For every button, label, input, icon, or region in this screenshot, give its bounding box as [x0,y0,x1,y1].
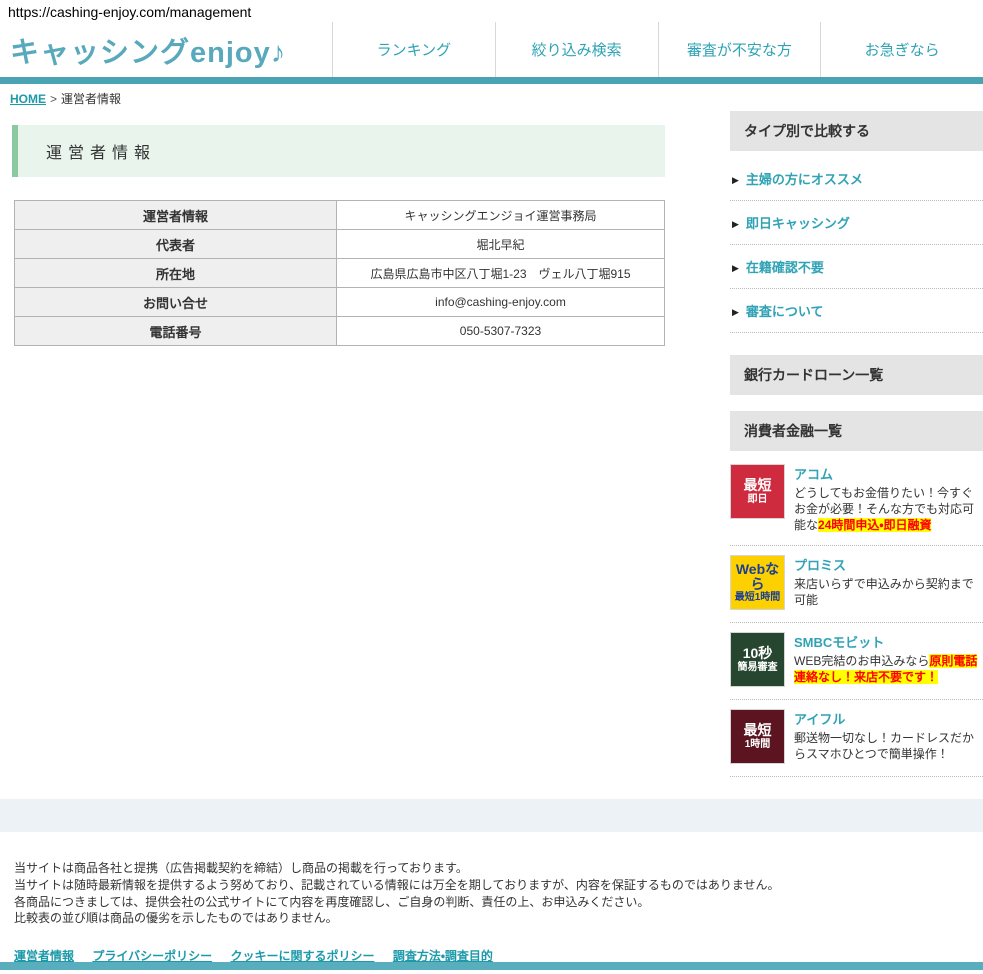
table-row: お問い合せ info@cashing-enjoy.com [15,288,665,317]
table-row: 運営者情報 キャッシングエンジョイ運営事務局 [15,201,665,230]
ad-thumb-text: 簡易審査 [738,662,778,673]
breadcrumb-current: 運営者情報 [61,92,121,106]
ad-aiful: 最短 1時間 アイフル 郵送物一切なし！カードレスだからスマホひとつで簡単操作！ [730,700,983,777]
disclaimer-line: 当サイトは商品各社と提携（広告掲載契約を締結）し商品の掲載を行っております。 [14,860,969,877]
ad-smbc-mobit: 10秒 簡易審査 SMBCモビット WEB完結のお申込みなら原則電話連絡なし！来… [730,623,983,700]
row-value: キャッシングエンジョイ運営事務局 [337,201,665,230]
operator-info-table: 運営者情報 キャッシングエンジョイ運営事務局 代表者 堀北早紀 所在地 広島県広… [14,200,665,346]
disclaimer-text: 当サイトは商品各社と提携（広告掲載契約を締結）し商品の掲載を行っております。 当… [14,860,969,927]
table-row: 代表者 堀北早紀 [15,230,665,259]
row-label: 運営者情報 [15,201,337,230]
row-label: 代表者 [15,230,337,259]
page-title: 運営者情報 [12,125,665,177]
footer-band [0,799,983,832]
row-value: info@cashing-enjoy.com [337,288,665,317]
ad-desc-text: 郵送物一切なし！カードレスだからスマホひとつで簡単操作！ [794,731,974,761]
breadcrumb: HOME > 運営者情報 [0,84,983,111]
sidebar-header-bank-card-loans[interactable]: 銀行カードローン一覧 [730,355,983,395]
row-value: 堀北早紀 [337,230,665,259]
ad-description: 来店いらずで申込みから契約まで可能 [794,576,983,608]
ad-title-link[interactable]: SMBCモビット [794,632,983,651]
sidebar-item-about-screening[interactable]: ▶ 審査について [730,289,983,333]
ad-thumb-text: 最短 [744,723,772,738]
row-label: お問い合せ [15,288,337,317]
page-footer: 当サイトは商品各社と提携（広告掲載契約を締結）し商品の掲載を行っております。 当… [0,799,983,974]
main-nav: ランキング 絞り込み検索 審査が不安な方 お急ぎなら [332,22,983,77]
ad-thumb-text: 1時間 [745,739,771,750]
ad-body: アイフル 郵送物一切なし！カードレスだからスマホひとつで簡単操作！ [794,709,983,764]
nav-item-in-a-hurry[interactable]: お急ぎなら [820,22,983,77]
ad-thumb-text: Webなら [731,562,784,593]
ad-desc-text: 来店いらずで申込みから契約まで可能 [794,577,974,607]
type-link-label[interactable]: 主婦の方にオススメ [746,172,863,187]
row-label: 電話番号 [15,317,337,346]
site-logo[interactable]: キャッシングenjoy♪ [0,22,332,77]
type-link-label[interactable]: 在籍確認不要 [746,260,824,275]
nav-item-screening-worries[interactable]: 審査が不安な方 [658,22,821,77]
triangle-right-icon: ▶ [732,263,739,273]
ad-description: どうしてもお金借りたい！今すぐお金が必要！そんな方でも対応可能な24時間申込・即… [794,485,983,533]
breadcrumb-home-link[interactable]: HOME [10,92,46,106]
nav-item-filter-search[interactable]: 絞り込み検索 [495,22,658,77]
bottom-accent-bar [0,962,983,970]
type-link-label[interactable]: 審査について [746,304,824,319]
main-column: 運営者情報 運営者情報 キャッシングエンジョイ運営事務局 代表者 堀北早紀 所在… [0,111,665,346]
site-header: キャッシングenjoy♪ ランキング 絞り込み検索 審査が不安な方 お急ぎなら [0,22,983,84]
ad-banner-image[interactable]: Webなら 最短1時間 [730,555,785,610]
ad-title-link[interactable]: アイフル [794,709,983,728]
type-links-list: ▶ 主婦の方にオススメ ▶ 即日キャッシング ▶ 在籍確認不要 ▶ 審査について [730,157,983,333]
sidebar-item-housewives[interactable]: ▶ 主婦の方にオススメ [730,157,983,201]
ad-description: 郵送物一切なし！カードレスだからスマホひとつで簡単操作！ [794,730,983,762]
triangle-right-icon: ▶ [732,307,739,317]
type-link-label[interactable]: 即日キャッシング [746,216,850,231]
row-value: 050-5307-7323 [337,317,665,346]
row-label: 所在地 [15,259,337,288]
disclaimer-line: 比較表の並び順は商品の優劣を示したものではありません。 [14,910,969,927]
ad-promise: Webなら 最短1時間 プロミス 来店いらずで申込みから契約まで可能 [730,546,983,623]
ad-thumb-text: 最短1時間 [735,592,781,603]
triangle-right-icon: ▶ [732,175,739,185]
ad-description: WEB完結のお申込みなら原則電話連絡なし！来店不要です！ [794,653,983,685]
table-row: 電話番号 050-5307-7323 [15,317,665,346]
ad-desc-highlight: 24時間申込・即日融資 [818,518,931,532]
ad-body: SMBCモビット WEB完結のお申込みなら原則電話連絡なし！来店不要です！ [794,632,983,687]
sidebar: タイプ別で比較する ▶ 主婦の方にオススメ ▶ 即日キャッシング ▶ 在籍確認不要 ▶… [730,111,983,777]
row-value: 広島県広島市中区八丁堀1-23 ヴェル八丁堀915 [337,259,665,288]
ad-acom: 最短 即日 アコム どうしてもお金借りたい！今すぐお金が必要！そんな方でも対応可… [730,455,983,546]
sidebar-header-consumer-finance[interactable]: 消費者金融一覧 [730,411,983,451]
page-url-text: https://cashing-enjoy.com/management [0,0,983,22]
ad-thumb-text: 即日 [748,494,768,505]
ad-thumb-text: 10秒 [743,646,773,661]
ad-banner-image[interactable]: 10秒 簡易審査 [730,632,785,687]
sidebar-item-no-employment-check[interactable]: ▶ 在籍確認不要 [730,245,983,289]
disclaimer-line: 当サイトは随時最新情報を提供するよう努めており、記載されている情報には万全を期し… [14,877,969,894]
content-area: 運営者情報 運営者情報 キャッシングエンジョイ運営事務局 代表者 堀北早紀 所在… [0,111,983,777]
ad-body: アコム どうしてもお金借りたい！今すぐお金が必要！そんな方でも対応可能な24時間… [794,464,983,533]
ad-banner-image[interactable]: 最短 1時間 [730,709,785,764]
ad-title-link[interactable]: アコム [794,464,983,483]
ad-banner-image[interactable]: 最短 即日 [730,464,785,519]
triangle-right-icon: ▶ [732,219,739,229]
ad-title-link[interactable]: プロミス [794,555,983,574]
ad-desc-text: WEB完結のお申込みなら [794,654,929,668]
breadcrumb-separator: > [50,92,57,106]
ad-thumb-text: 最短 [744,478,772,493]
ad-body: プロミス 来店いらずで申込みから契約まで可能 [794,555,983,610]
sidebar-item-same-day-cashing[interactable]: ▶ 即日キャッシング [730,201,983,245]
table-row: 所在地 広島県広島市中区八丁堀1-23 ヴェル八丁堀915 [15,259,665,288]
nav-item-ranking[interactable]: ランキング [332,22,495,77]
disclaimer-line: 各商品につきましては、提供会社の公式サイトにて内容を再度確認し、ご自身の判断、責… [14,894,969,911]
sidebar-header-compare-by-type: タイプ別で比較する [730,111,983,151]
